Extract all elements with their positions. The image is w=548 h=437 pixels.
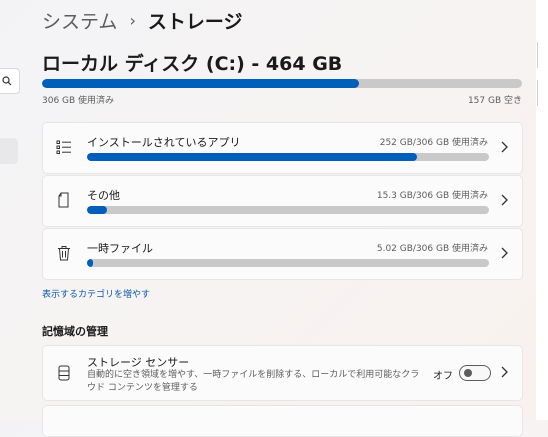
document-icon — [58, 192, 69, 208]
sidebar — [0, 0, 20, 420]
storage-sense-toggle[interactable] — [459, 365, 491, 381]
category-amount: 15.3 GB/306 GB 使用済み — [376, 191, 488, 201]
category-usage-fill — [87, 206, 108, 214]
right-edge-panel — [537, 80, 548, 106]
right-edge-panel — [537, 42, 548, 68]
storage-drive-icon — [58, 365, 70, 381]
breadcrumb-parent[interactable]: システム — [42, 7, 117, 34]
show-more-categories-link[interactable]: 表示するカテゴリを増やす — [42, 287, 150, 300]
next-setting-card[interactable] — [42, 405, 523, 437]
category-usage-fill — [87, 153, 417, 161]
toggle-state-label: オフ — [433, 371, 453, 382]
storage-sense-title: ストレージ センサー — [87, 356, 190, 369]
chevron-right-icon — [501, 247, 508, 259]
disk-free-label: 157 GB 空き — [467, 96, 522, 106]
category-usage-bar — [87, 259, 489, 267]
category-label: 一時ファイル — [87, 242, 153, 255]
chevron-right-icon — [501, 366, 508, 378]
breadcrumb-separator: › — [129, 10, 136, 30]
search-button[interactable] — [0, 68, 20, 94]
category-usage-bar — [87, 206, 489, 214]
disk-usage-fill — [42, 79, 359, 88]
search-icon — [2, 76, 12, 86]
category-usage-fill — [87, 259, 94, 267]
sidebar-selected-item[interactable] — [0, 138, 18, 164]
disk-title: ローカル ディスク (C:) - 464 GB — [42, 53, 343, 75]
breadcrumb: システム › ストレージ — [42, 6, 242, 34]
disk-used-label: 306 GB 使用済み — [42, 96, 115, 106]
category-label: その他 — [87, 189, 120, 202]
trash-icon — [58, 246, 70, 261]
category-temp-files[interactable]: 一時ファイル 5.02 GB/306 GB 使用済み — [42, 228, 523, 280]
category-installed-apps[interactable]: インストールされているアプリ 252 GB/306 GB 使用済み — [42, 122, 523, 174]
disk-usage-bar — [42, 79, 522, 88]
category-amount: 5.02 GB/306 GB 使用済み — [376, 244, 488, 254]
category-other[interactable]: その他 15.3 GB/306 GB 使用済み — [42, 175, 523, 227]
category-amount: 252 GB/306 GB 使用済み — [379, 138, 488, 148]
chevron-right-icon — [501, 141, 508, 153]
toggle-knob — [464, 369, 472, 377]
right-edge — [536, 0, 548, 420]
storage-management-heading: 記憶域の管理 — [42, 325, 108, 338]
storage-sense-description: 自動的に空き領域を増やす、一時ファイルを削除する、ローカルで利用可能なクラウド … — [87, 370, 420, 393]
page-title: ストレージ — [147, 10, 243, 33]
category-label: インストールされているアプリ — [87, 136, 241, 149]
chevron-right-icon — [501, 194, 508, 206]
category-usage-bar — [87, 153, 489, 161]
app-list-icon — [56, 140, 71, 154]
storage-sense-card[interactable]: ストレージ センサー 自動的に空き領域を増やす、一時ファイルを削除する、ローカル… — [42, 345, 523, 401]
